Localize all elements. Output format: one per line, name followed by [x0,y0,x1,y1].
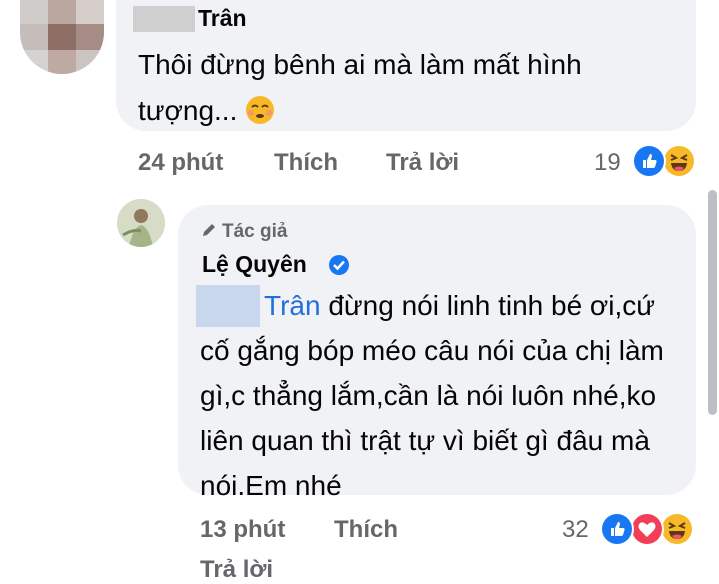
pencil-icon [200,221,218,245]
like-icon [600,512,634,546]
verified-badge-icon [328,254,350,276]
comment-like-button[interactable]: Thích [274,149,338,177]
comment-reply-button[interactable]: Trả lời [386,149,459,177]
author-badge: Tác giả [200,221,287,245]
haha-icon [660,512,694,546]
comment-text: Thôi đừng bênh ai mà làm mất hình tượng.… [138,42,678,134]
avatar[interactable] [20,0,104,74]
author-badge-label: Tác giả [222,221,288,242]
reply-text: Trân đừng nói linh tinh bé ơi,cứ cố gắng… [200,283,680,508]
comment-author-name[interactable]: Trân [198,5,247,32]
redacted-name-block [133,6,195,32]
reply-avatar[interactable] [117,199,165,247]
reply-text-content: đừng nói linh tinh bé ơi,cứ cố gắng bóp … [200,290,664,501]
reply-time[interactable]: 13 phút [200,516,285,544]
reply-author-name[interactable]: Lệ Quyên [202,251,307,278]
reply-reaction-count[interactable]: 32 [562,516,589,544]
comment-reaction-count[interactable]: 19 [594,149,621,177]
comment-time[interactable]: 24 phút [138,149,223,177]
comment-text-content: Thôi đừng bênh ai mà làm mất hình tượng.… [138,49,582,126]
reply-reply-button[interactable]: Trả lời [200,556,273,584]
scrollbar[interactable] [708,190,717,415]
relieved-face-emoji-icon [245,93,275,124]
love-icon [630,512,664,546]
like-icon [632,144,666,178]
reply-like-button[interactable]: Thích [334,516,398,544]
haha-icon [662,144,696,178]
reply-mention-link[interactable]: Trân [264,290,321,321]
